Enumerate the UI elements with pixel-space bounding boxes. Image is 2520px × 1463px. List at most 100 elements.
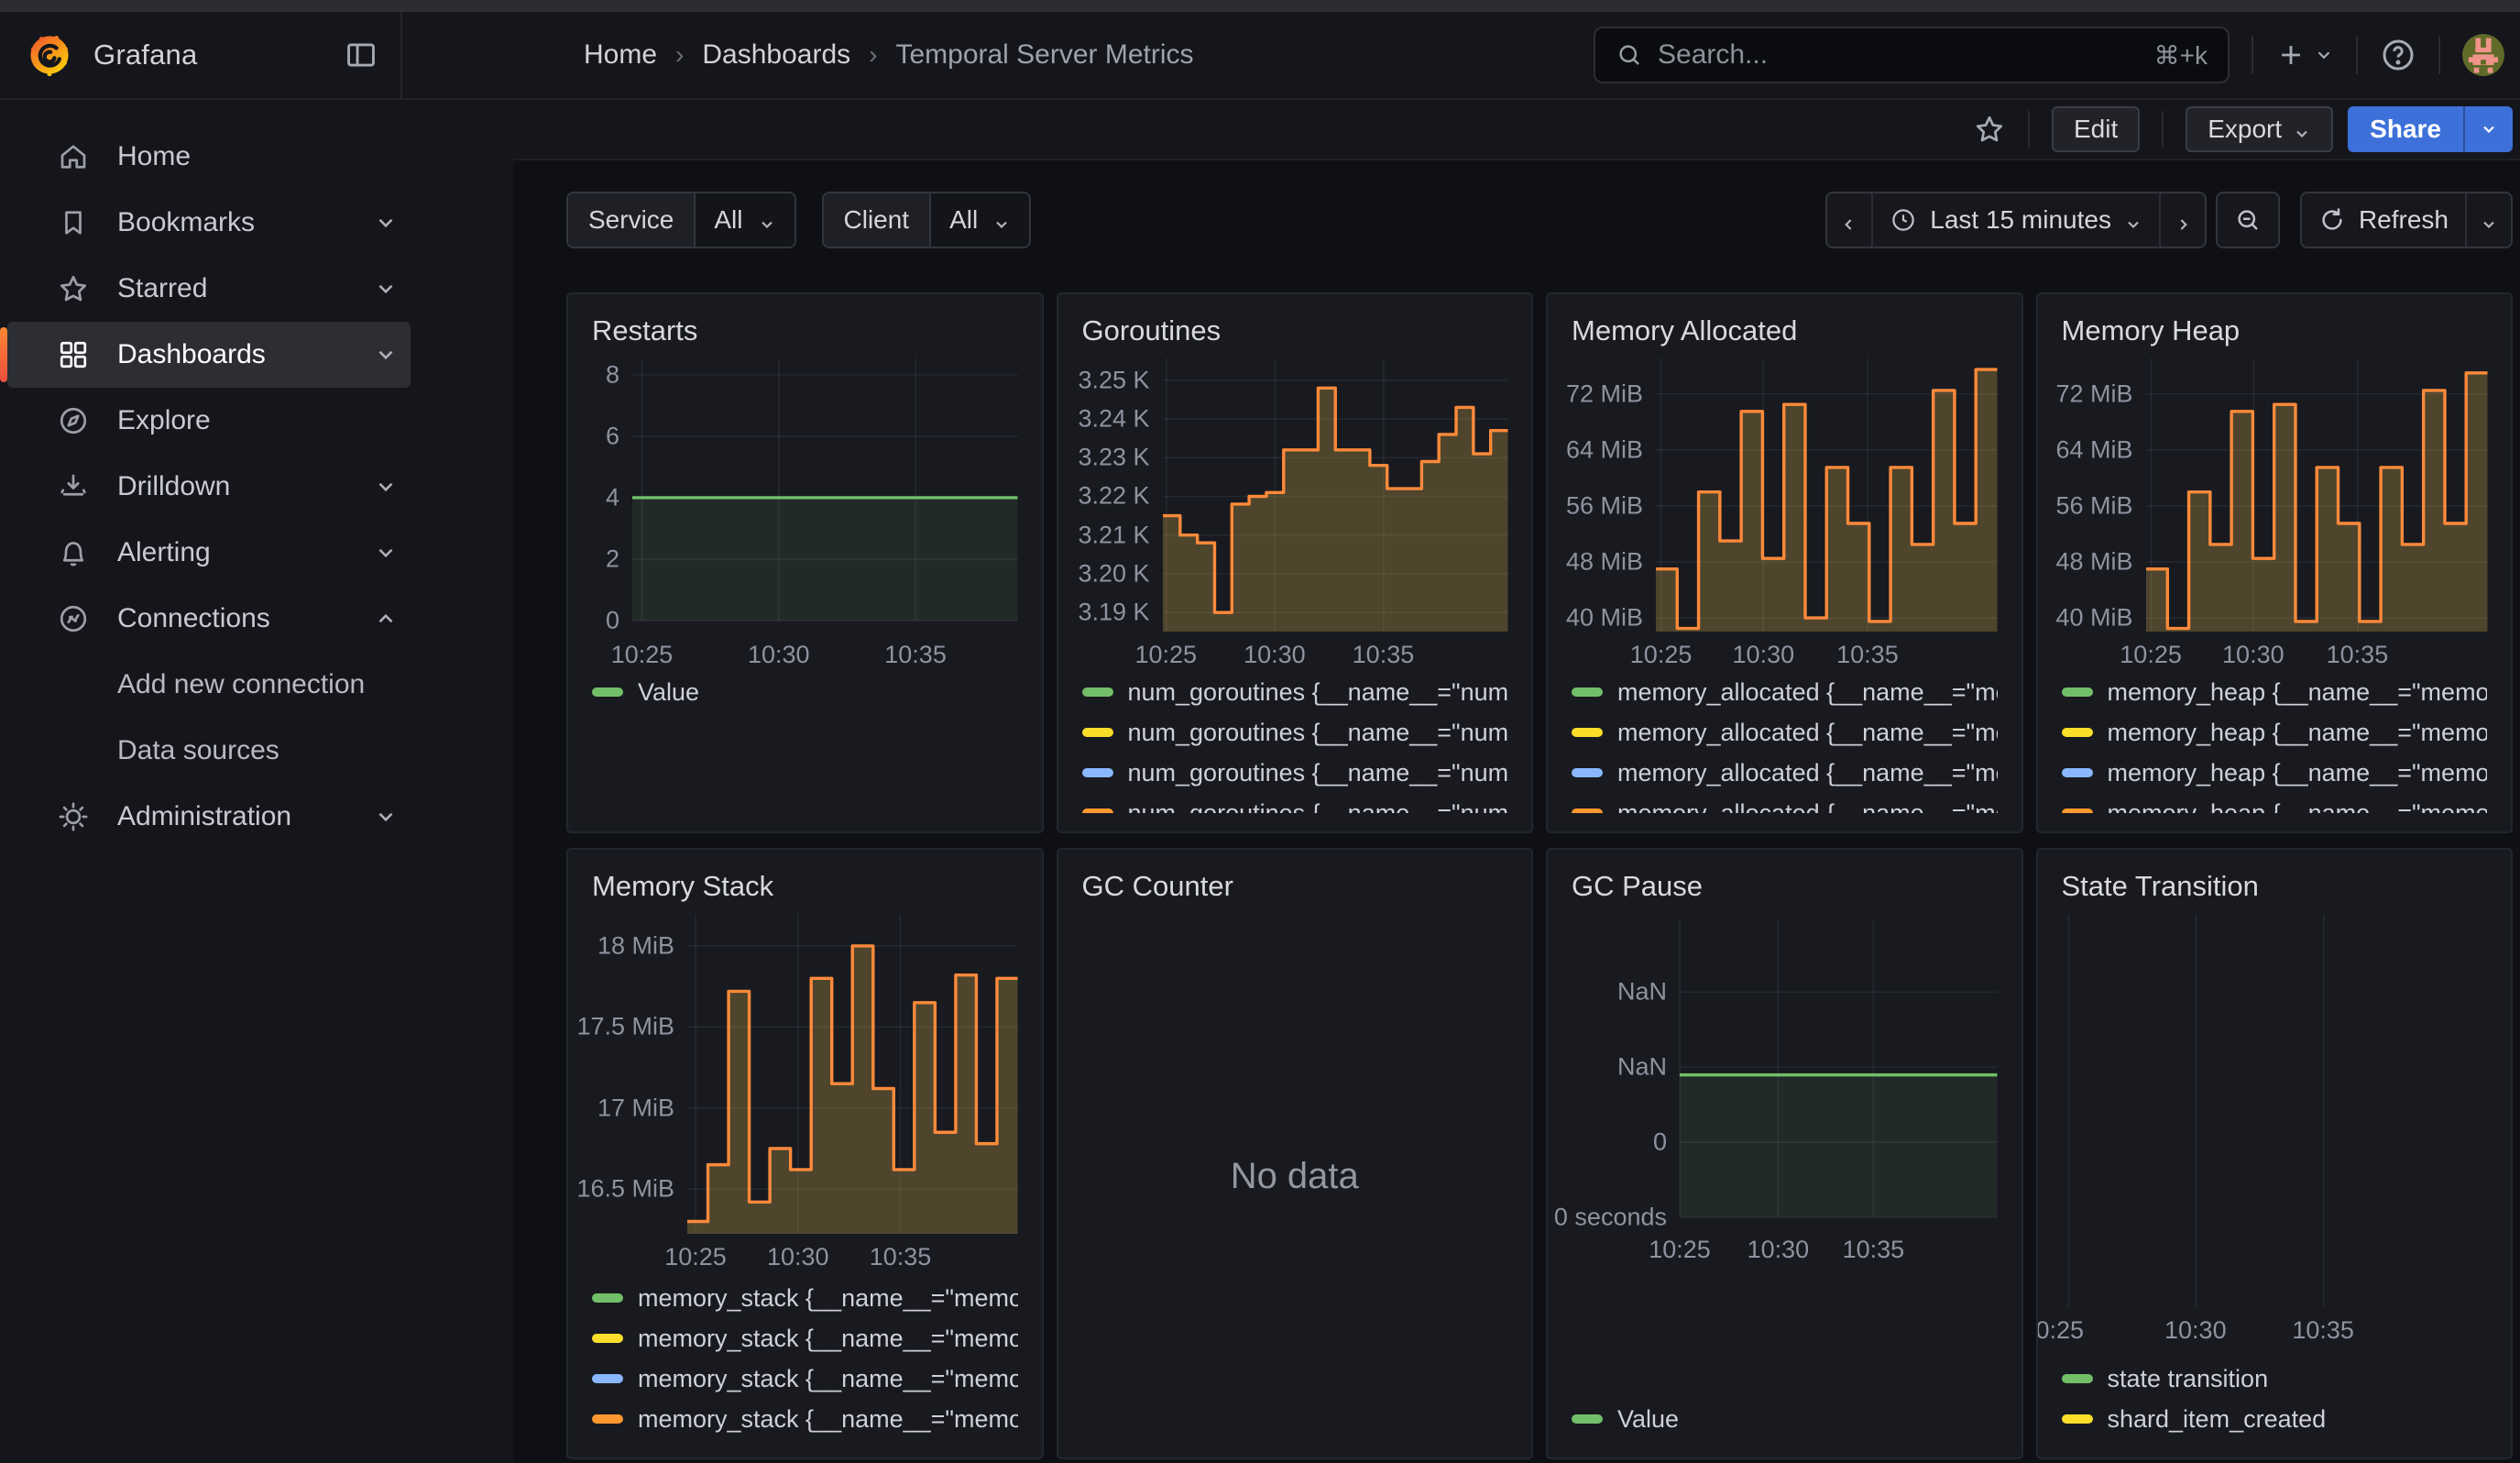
panel-memory-stack: Memory Stack18 MiB17.5 MiB17 MiB16.5 MiB… <box>566 848 1044 1459</box>
legend-label: num_goroutines {__name__="num_go <box>1128 678 1508 707</box>
grafana-logo-icon[interactable] <box>26 31 73 79</box>
chevron-down-icon[interactable] <box>374 805 398 829</box>
time-shift-back-button[interactable] <box>1827 193 1871 247</box>
legend-item[interactable]: memory_allocated {__name__="memo <box>1572 672 1998 712</box>
legend-item[interactable]: memory_heap {__name__="memory_h <box>2062 753 2488 793</box>
chevron-left-icon <box>1840 211 1858 229</box>
edit-button[interactable]: Edit <box>2052 106 2140 152</box>
favorite-star-icon[interactable] <box>1973 113 2006 146</box>
refresh-interval-button[interactable] <box>2465 193 2511 247</box>
legend-color-pill <box>2062 688 2093 697</box>
chevron-down-icon[interactable] <box>374 277 398 301</box>
legend-item[interactable]: memory_heap {__name__="memory_h <box>2062 712 2488 753</box>
sidebar-item-connections[interactable]: Connections <box>7 586 411 652</box>
chevron-down-icon[interactable] <box>374 343 398 367</box>
legend-item[interactable]: memory_allocated {__name__="memo <box>1572 793 1998 813</box>
legend-item[interactable]: memory_stack {__name__="memory_s <box>592 1318 1018 1358</box>
share-button[interactable]: Share <box>2348 106 2463 152</box>
service-variable-select[interactable]: Service All <box>566 192 796 248</box>
nav-left-section: Grafana <box>0 12 402 98</box>
chevron-up-icon[interactable] <box>374 607 398 631</box>
breadcrumb-home[interactable]: Home <box>584 39 657 71</box>
sidebar-item-dashboards[interactable]: Dashboards <box>7 322 411 388</box>
y-axis-tick: 56 MiB <box>1566 491 1643 520</box>
y-axis-tick: 3.23 K <box>1078 444 1149 472</box>
legend-item[interactable]: memory_stack {__name__="memory_s <box>592 1399 1018 1439</box>
zoom-out-button[interactable] <box>2218 193 2278 247</box>
panel-title[interactable]: Restarts <box>592 311 1018 358</box>
x-axis-tick: 10:35 <box>2292 1316 2354 1345</box>
y-axis-tick: 40 MiB <box>1566 604 1643 632</box>
new-dashboard-button[interactable] <box>2275 39 2334 71</box>
client-variable-select[interactable]: Client All <box>822 192 1032 248</box>
refresh-button[interactable]: Refresh <box>2302 193 2465 247</box>
sidebar-item-bookmarks[interactable]: Bookmarks <box>7 190 411 256</box>
chart-plot-area[interactable] <box>1680 914 1998 1226</box>
sidebar-item-alerting[interactable]: Alerting <box>7 520 411 586</box>
panel-title[interactable]: State Transition <box>2062 866 2488 914</box>
y-axis-tick: 48 MiB <box>1566 548 1643 577</box>
sidebar-item-administration[interactable]: Administration <box>7 784 411 850</box>
y-axis-tick: 56 MiB <box>2055 491 2132 520</box>
chart-plot-area[interactable] <box>2146 358 2488 632</box>
panel-title[interactable]: Memory Allocated <box>1572 311 1998 358</box>
breadcrumb-dashboards[interactable]: Dashboards <box>702 39 850 71</box>
chart-plot-area[interactable] <box>1656 358 1998 632</box>
chart-plot-area[interactable] <box>632 358 1018 632</box>
legend-item[interactable]: Value <box>592 672 1018 712</box>
y-axis-tick: 64 MiB <box>1566 435 1643 464</box>
legend-item[interactable]: num_goroutines {__name__="num_go <box>1082 793 1508 813</box>
chevron-down-icon[interactable] <box>374 211 398 235</box>
panel-title[interactable]: Memory Heap <box>2062 311 2488 358</box>
breadcrumb-separator-icon: › <box>869 40 877 70</box>
legend-item[interactable]: state transition <box>2062 1358 2488 1399</box>
legend-item[interactable]: Value <box>1572 1399 1998 1439</box>
panel-title[interactable]: GC Counter <box>1082 866 1508 914</box>
legend-color-pill <box>1572 688 1603 697</box>
chart-plot-area[interactable] <box>2062 914 2488 1307</box>
variable-value: All <box>714 205 742 235</box>
panel-title[interactable]: Memory Stack <box>592 866 1018 914</box>
sidebar-item-explore[interactable]: Explore <box>7 388 411 454</box>
chart-plot-area[interactable] <box>687 914 1018 1234</box>
sidebar-item-drilldown[interactable]: Drilldown <box>7 454 411 520</box>
legend-item[interactable]: memory_allocated {__name__="memo <box>1572 712 1998 753</box>
share-menu-button[interactable] <box>2463 106 2513 152</box>
panel-gc-pause: GC PauseNaNNaN00 seconds10:2510:3010:35V… <box>1546 848 2023 1459</box>
x-axis-tick: 10:30 <box>1244 641 1306 669</box>
legend-label: num_goroutines {__name__="num_go <box>1128 799 1508 814</box>
legend-item[interactable]: num_goroutines {__name__="num_go <box>1082 753 1508 793</box>
chart-plot-area[interactable] <box>1163 358 1508 632</box>
sidebar-item-add-new-connection[interactable]: Add new connection <box>7 652 411 718</box>
legend-item[interactable]: memory_stack {__name__="memory_s <box>592 1358 1018 1399</box>
legend-item[interactable]: memory_stack {__name__="memory_s <box>592 1278 1018 1318</box>
user-avatar[interactable] <box>2462 34 2504 76</box>
legend-color-pill <box>1572 768 1603 777</box>
dock-menu-icon[interactable] <box>344 38 378 72</box>
chevron-down-icon <box>2480 120 2498 138</box>
panel-title[interactable]: GC Pause <box>1572 866 1998 914</box>
time-shift-forward-button[interactable] <box>2159 193 2205 247</box>
sidebar-item-data-sources[interactable]: Data sources <box>7 718 411 784</box>
chevron-down-icon[interactable] <box>374 541 398 565</box>
time-range-picker[interactable]: Last 15 minutes <box>1871 193 2159 247</box>
sidebar-item-home[interactable]: Home <box>7 124 411 190</box>
zoom-out-group <box>2216 192 2280 248</box>
legend-item[interactable]: memory_heap {__name__="memory_h <box>2062 672 2488 712</box>
legend-color-pill <box>1572 728 1603 737</box>
legend-color-pill <box>2062 1414 2093 1424</box>
sidebar-item-starred[interactable]: Starred <box>7 256 411 322</box>
chevron-down-icon[interactable] <box>374 475 398 499</box>
panel-title[interactable]: Goroutines <box>1082 311 1508 358</box>
search-input[interactable]: Search... ⌘+k <box>1594 27 2230 83</box>
export-button[interactable]: Export <box>2186 106 2333 152</box>
legend-item[interactable]: memory_heap {__name__="memory_h <box>2062 793 2488 813</box>
legend-item[interactable]: shard_item_created <box>2062 1399 2488 1439</box>
legend-item[interactable]: memory_allocated {__name__="memo <box>1572 753 1998 793</box>
y-axis-tick: 17 MiB <box>597 1094 674 1122</box>
sidebar-item-label: Add new connection <box>117 669 398 700</box>
legend-item[interactable]: num_goroutines {__name__="num_go <box>1082 712 1508 753</box>
help-icon[interactable] <box>2380 37 2416 73</box>
legend-item[interactable]: num_goroutines {__name__="num_go <box>1082 672 1508 712</box>
chart-row: NaNNaN00 seconds <box>1572 914 1998 1226</box>
